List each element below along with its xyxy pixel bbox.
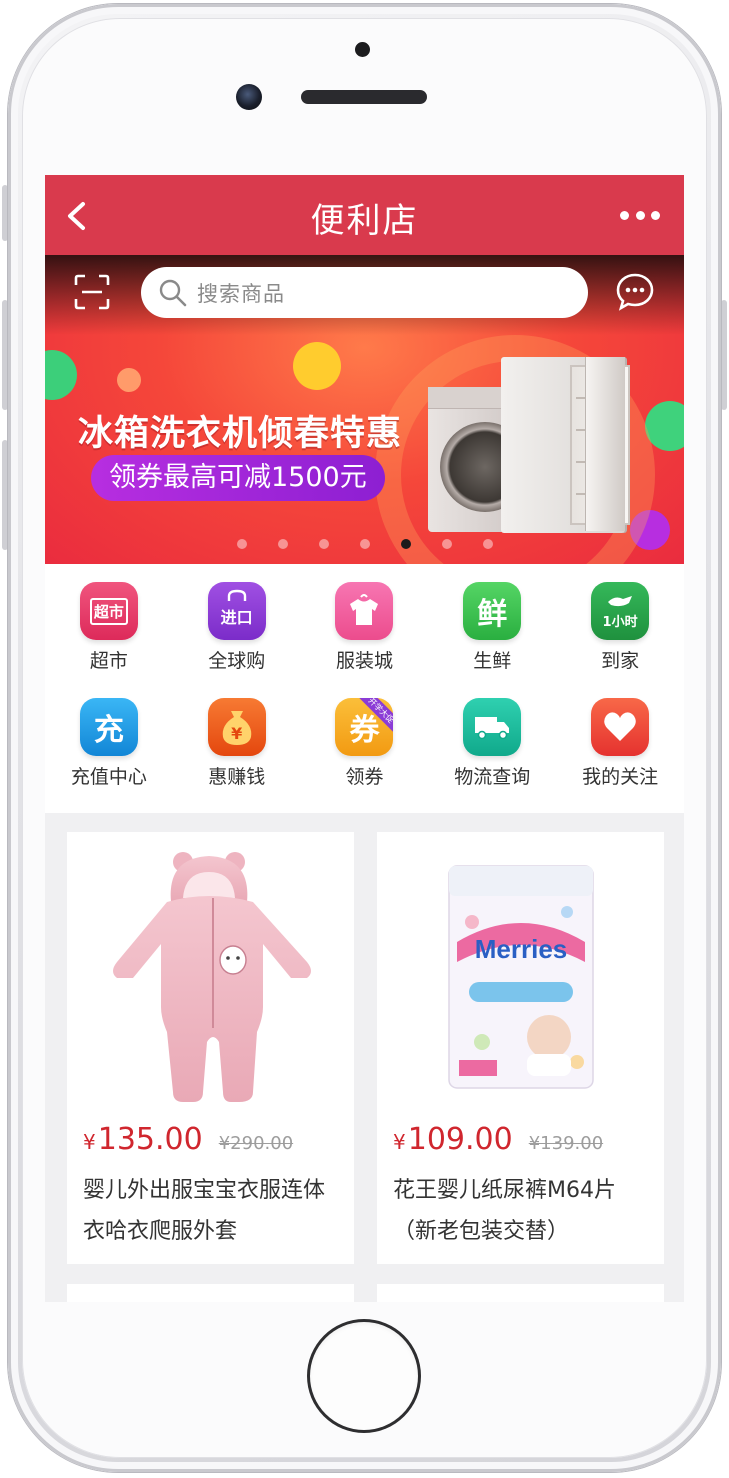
global-import-bag-icon: 进口 — [207, 582, 266, 640]
price-row: ¥135.00 ¥290.00 — [83, 1122, 293, 1157]
chat-bubble-icon — [616, 273, 654, 311]
menu-item-supermarket[interactable]: 超市 超市 — [45, 582, 173, 698]
pink-baby-romper-image — [67, 832, 354, 1109]
original-price: ¥290.00 — [218, 1133, 294, 1154]
scan-icon — [74, 274, 110, 310]
fridge-side-door — [585, 357, 625, 531]
carousel-dot[interactable] — [441, 539, 452, 549]
carousel-dot[interactable] — [482, 539, 493, 549]
fresh-food-icon: 鲜 — [463, 582, 522, 640]
product-card[interactable]: ¥135.00 ¥290.00 婴儿外出服宝宝衣服连体衣哈衣爬服外套 — [67, 832, 354, 1264]
search-input[interactable]: 搜索商品 — [141, 267, 588, 318]
money-bag-icon: ¥ — [207, 698, 266, 756]
supermarket-cart-icon: 超市 — [79, 582, 138, 640]
clothing-shirt-icon — [335, 582, 394, 640]
carousel-dot[interactable] — [236, 539, 247, 549]
product-card[interactable] — [377, 1284, 664, 1302]
menu-item-following[interactable]: 我的关注 — [556, 698, 684, 814]
menu-item-clothing[interactable]: 服装城 — [301, 582, 429, 698]
banner-headline: 冰箱洗衣机倾春特惠 — [78, 414, 403, 454]
product-title: 婴儿外出服宝宝衣服连体衣哈衣爬服外套 — [83, 1178, 326, 1244]
product-title: 花王婴儿纸尿裤M64片（新老包装交替） — [393, 1178, 616, 1244]
search-placeholder: 搜索商品 — [197, 281, 285, 306]
original-price: ¥139.00 — [528, 1133, 604, 1154]
carousel-dot[interactable] — [277, 539, 288, 549]
home-button[interactable] — [310, 1322, 418, 1430]
heart-follow-icon — [591, 698, 650, 756]
menu-item-global[interactable]: 进口 全球购 — [173, 582, 301, 698]
message-button[interactable] — [614, 271, 656, 313]
proximity-sensor — [355, 42, 370, 57]
promo-banner[interactable]: 搜索商品 冰箱洗衣机倾春特惠 领券最高可减1500元 — [45, 255, 684, 564]
carousel-dot[interactable] — [359, 539, 370, 549]
search-icon — [159, 279, 187, 306]
more-dots-icon — [620, 211, 629, 220]
menu-item-logistics[interactable]: 物流查询 — [428, 698, 556, 814]
merries-diaper-pack-image: Merries — [377, 832, 664, 1109]
banner-decoration — [45, 350, 77, 400]
earpiece-speaker — [301, 90, 427, 104]
coupon-icon: 券 开学大促 — [335, 698, 394, 756]
menu-item-fresh[interactable]: 鲜 生鲜 — [428, 582, 556, 698]
menu-item-recharge[interactable]: 充 充值中心 — [45, 698, 173, 814]
current-price: ¥135.00 — [83, 1122, 203, 1157]
product-card[interactable] — [67, 1284, 354, 1302]
logistics-truck-icon — [463, 698, 522, 756]
page-title: 便利店 — [310, 201, 419, 241]
menu-item-home-delivery[interactable]: 1小时 到家 — [556, 582, 684, 698]
product-grid: ¥135.00 ¥290.00 婴儿外出服宝宝衣服连体衣哈衣爬服外套 Merri… — [45, 813, 684, 1302]
more-button[interactable] — [620, 211, 660, 221]
delivery-1hour-icon: 1小时 — [591, 582, 650, 640]
price-row: ¥109.00 ¥139.00 — [393, 1122, 603, 1157]
menu-item-earn-money[interactable]: ¥ 惠赚钱 — [173, 698, 301, 814]
app-screen: 便利店 搜索商品 冰箱洗衣机倾春特惠 领券最高可减1500元 超市 超市 进口 … — [45, 175, 684, 1302]
svg-text:Merries: Merries — [475, 934, 568, 964]
product-card[interactable]: Merries ¥109.00 ¥139.00 花王婴儿纸尿裤M64片（新老包装… — [377, 832, 664, 1264]
power-button — [721, 300, 727, 410]
banner-coupon-pill: 领券最高可减1500元 — [91, 455, 385, 501]
category-menu: 超市 超市 进口 全球购 服装城 鲜 生鲜 1小时 到家 充 充值中心 ¥ 惠赚… — [45, 564, 684, 813]
carousel-indicators — [45, 539, 684, 549]
current-price: ¥109.00 — [393, 1122, 513, 1157]
scan-button[interactable] — [73, 273, 111, 311]
menu-item-coupon[interactable]: 券 开学大促 领券 — [301, 698, 429, 814]
banner-decoration — [293, 342, 341, 390]
nav-bar: 便利店 — [45, 175, 684, 255]
carousel-dot-active[interactable] — [400, 539, 411, 549]
front-camera — [236, 84, 262, 110]
banner-decoration — [117, 368, 141, 392]
carousel-dot[interactable] — [318, 539, 329, 549]
recharge-icon: 充 — [79, 698, 138, 756]
